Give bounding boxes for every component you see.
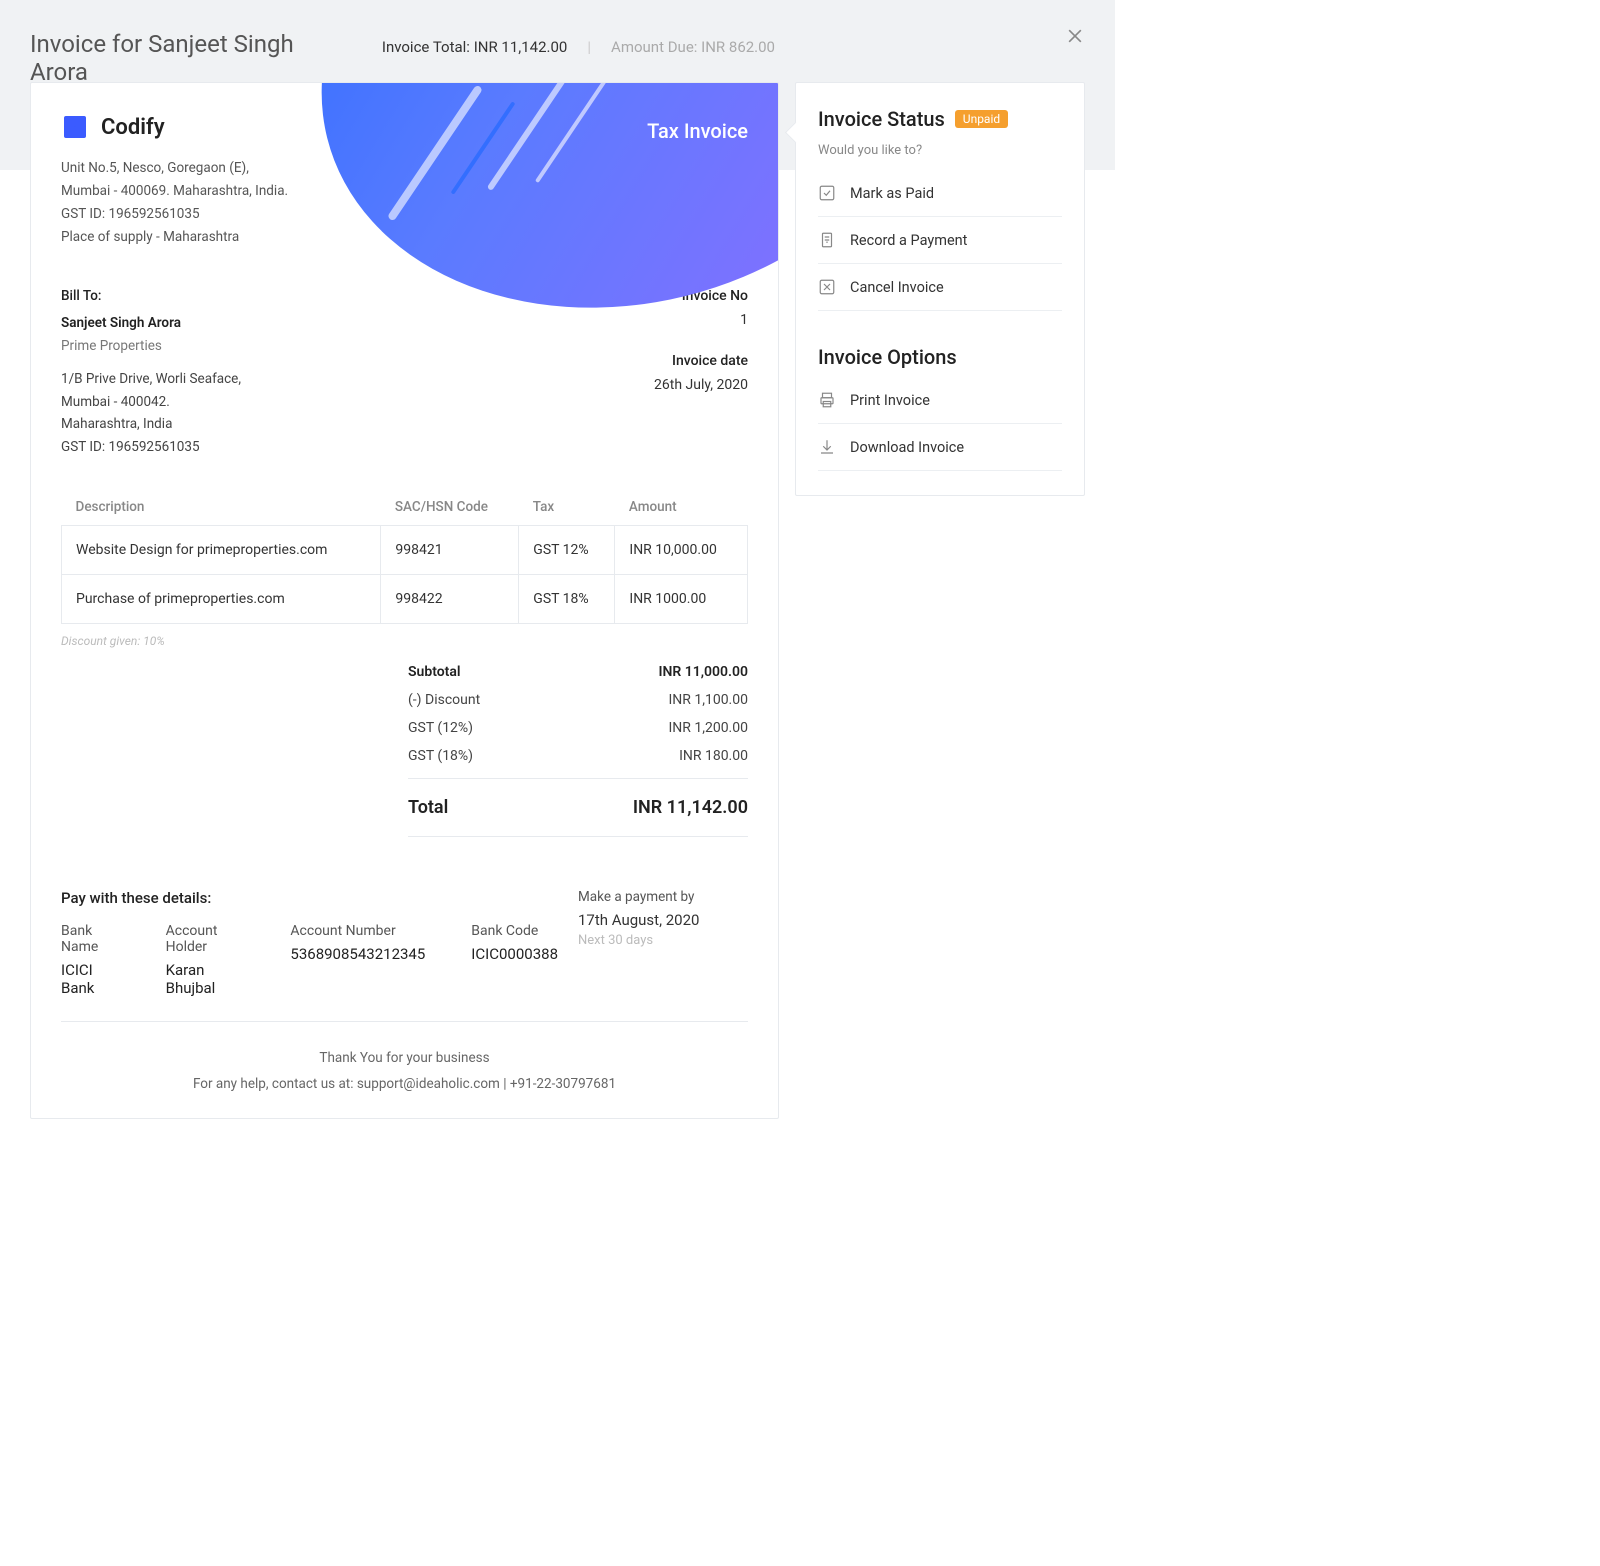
invoice-status-title: Invoice Status bbox=[818, 107, 945, 131]
download-icon bbox=[818, 438, 836, 456]
invoice-total: Invoice Total: INR 11,142.00 bbox=[382, 38, 568, 56]
discount-note: Discount given: 10% bbox=[31, 624, 778, 658]
cancel-icon bbox=[818, 278, 836, 296]
cancel-invoice-action[interactable]: Cancel Invoice bbox=[818, 264, 1062, 311]
amount-due: Amount Due: INR 862.00 bbox=[611, 38, 775, 56]
invoice-options-title: Invoice Options bbox=[818, 345, 1062, 369]
col-tax: Tax bbox=[519, 489, 615, 526]
table-row: Purchase of primeproperties.com 998422 G… bbox=[62, 575, 748, 624]
invoice-meta: Invoice No 1 Invoice date 26th July, 202… bbox=[654, 285, 748, 460]
invoice-card: Tax Invoice Codify Unit No.5, Nesco, Gor… bbox=[30, 82, 779, 1119]
payment-details: Pay with these details: Bank NameICICI B… bbox=[61, 889, 558, 997]
brand-name: Codify bbox=[101, 115, 165, 140]
mark-as-paid-action[interactable]: Mark as Paid bbox=[818, 170, 1062, 217]
separator: | bbox=[587, 38, 591, 56]
seller-address: Unit No.5, Nesco, Goregaon (E), Mumbai -… bbox=[31, 141, 778, 249]
print-icon bbox=[818, 391, 836, 409]
close-button[interactable] bbox=[1065, 26, 1085, 50]
close-icon bbox=[1065, 34, 1085, 50]
col-description: Description bbox=[62, 489, 381, 526]
totals-block: SubtotalINR 11,000.00 (-) DiscountINR 1,… bbox=[408, 658, 748, 845]
page-title: Invoice for Sanjeet Singh Arora bbox=[30, 30, 342, 86]
record-payment-action[interactable]: Record a Payment bbox=[818, 217, 1062, 264]
status-badge: Unpaid bbox=[955, 110, 1008, 128]
brand-logo-icon bbox=[61, 113, 89, 141]
sidebar: Invoice Status Unpaid Would you like to?… bbox=[795, 82, 1085, 496]
invoice-footer: Thank You for your business For any help… bbox=[31, 1046, 778, 1097]
sidebar-prompt: Would you like to? bbox=[818, 143, 1062, 158]
receipt-icon bbox=[818, 231, 836, 249]
payment-due: Make a payment by 17th August, 2020 Next… bbox=[578, 889, 748, 948]
table-row: Website Design for primeproperties.com 9… bbox=[62, 526, 748, 575]
check-icon bbox=[818, 184, 836, 202]
col-amount: Amount bbox=[615, 489, 748, 526]
line-items-table: Description SAC/HSN Code Tax Amount Webs… bbox=[61, 489, 748, 624]
bill-to-block: Bill To: Sanjeet Singh Arora Prime Prope… bbox=[61, 285, 241, 460]
print-invoice-action[interactable]: Print Invoice bbox=[818, 377, 1062, 424]
download-invoice-action[interactable]: Download Invoice bbox=[818, 424, 1062, 471]
col-code: SAC/HSN Code bbox=[381, 489, 519, 526]
